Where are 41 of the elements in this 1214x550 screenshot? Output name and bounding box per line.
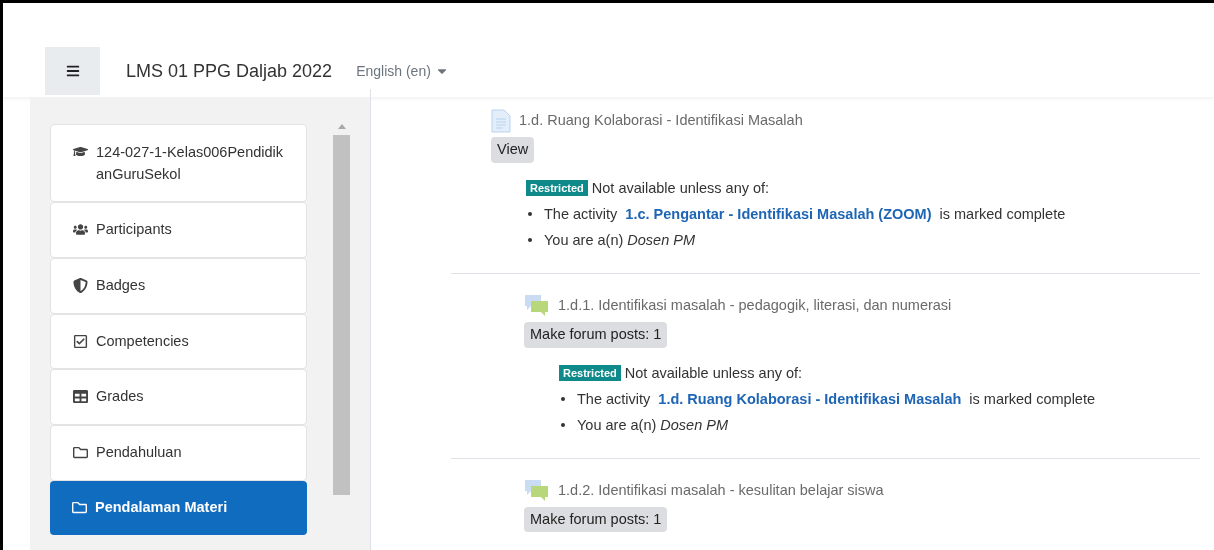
completion-badge: Make forum posts: 1 [524, 506, 668, 533]
activity-title[interactable]: 1.d. Ruang Kolaborasi - Identifikasi Masalah [519, 110, 803, 132]
completion-badge: View [491, 137, 535, 163]
activity-title[interactable]: 1.d.2. Identifikasi masalah - kesulitan belajar siswa [558, 479, 884, 502]
folder-icon [72, 499, 87, 515]
condition-text: is marked complete [969, 389, 1096, 409]
menu-icon [65, 64, 80, 78]
speech-bubbles-icon [524, 293, 550, 318]
checkbox-icon [73, 333, 88, 349]
condition-text: You are a(n) Dosen PM [577, 415, 728, 435]
graduation-cap-icon [73, 144, 88, 159]
sidebar-item[interactable]: Participants [50, 202, 307, 258]
folder-icon [73, 445, 88, 460]
activity-link[interactable]: 1.c. Pengantar - Identifikasi Masalah (ZOOM) [625, 200, 932, 227]
shield-icon [73, 277, 88, 293]
restriction-text: Not available unless any of: [624, 363, 803, 383]
sidebar-item[interactable]: Pendalaman Materi [50, 480, 307, 535]
activity-link[interactable]: 1.d. Ruang Kolaborasi - Identifikasi Masalah [658, 385, 962, 412]
sidebar-item[interactable]: Competencies [50, 313, 307, 370]
users-icon [73, 222, 88, 237]
restricted-badge: Restricted [559, 364, 621, 381]
site-title: LMS 01 PPG Daljab 2022 [126, 59, 333, 83]
document-icon [491, 109, 511, 133]
condition-text: is marked complete [939, 204, 1066, 224]
menu-button[interactable] [45, 47, 100, 95]
speech-bubbles-icon [524, 478, 550, 503]
sidebar-item[interactable]: Pendahuluan [50, 425, 307, 481]
sidebar-item[interactable]: 124-027-1-Kelas006PendidikanGuruSekol [50, 124, 307, 202]
condition-text: The activity [544, 204, 618, 224]
condition-text: The activity [577, 389, 651, 409]
sidebar-item[interactable]: Grades [50, 369, 307, 425]
sidebar-item[interactable]: Badges [50, 257, 307, 314]
language-menu[interactable]: English (en) [356, 60, 449, 82]
activity-title[interactable]: 1.d.1. Identifikasi masalah - pedagogik, literasi, dan numerasi [558, 294, 952, 317]
condition-text: You are a(n) Dosen PM [544, 230, 695, 250]
restriction-text: Not available unless any of: [591, 178, 770, 198]
table-icon [73, 389, 88, 405]
scrollbar-thumb[interactable] [333, 135, 350, 495]
scroll-up-icon [337, 124, 346, 129]
restricted-badge: Restricted [526, 179, 588, 196]
completion-badge: Make forum posts: 1 [524, 321, 668, 348]
